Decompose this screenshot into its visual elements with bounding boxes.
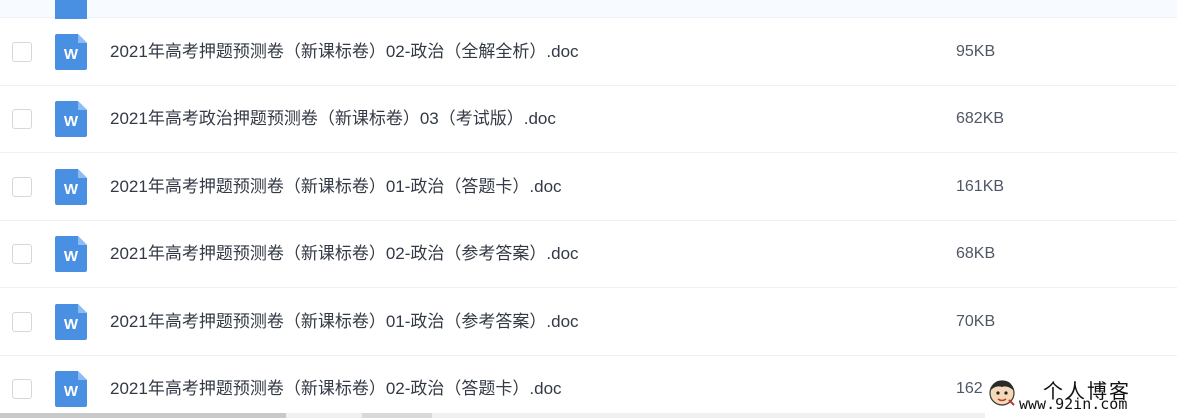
svg-text:W: W: [64, 113, 79, 130]
row-checkbox[interactable]: [12, 312, 32, 332]
cartoon-avatar-icon: [987, 378, 1017, 408]
file-size: 68KB: [956, 245, 996, 262]
file-row[interactable]: W 2021年高考押题预测卷（新课标卷）01-政治（答题卡）.doc 161KB: [0, 154, 1177, 221]
file-row[interactable]: W 2021年高考押题预测卷（新课标卷）01-政治（参考答案）.doc 70KB: [0, 289, 1177, 356]
row-checkbox[interactable]: [12, 244, 32, 264]
file-name[interactable]: 2021年高考押题预测卷（新课标卷）02-政治（参考答案）.doc: [110, 244, 579, 264]
file-name[interactable]: 2021年高考押题预测卷（新课标卷）02-政治（全解全析）.doc: [110, 42, 579, 62]
word-doc-icon: W: [55, 236, 87, 272]
svg-text:W: W: [64, 248, 79, 265]
row-checkbox[interactable]: [12, 379, 32, 399]
file-size: 70KB: [956, 313, 996, 330]
word-doc-icon: W: [55, 34, 87, 70]
blog-watermark: 个人博客 www.92in.com: [985, 374, 1173, 414]
row-checkbox[interactable]: [12, 109, 32, 129]
file-name[interactable]: 2021年高考押题预测卷（新课标卷）01-政治（参考答案）.doc: [110, 312, 579, 332]
file-row[interactable]: W 2021年高考押题预测卷（新课标卷）02-政治（全解全析）.doc 95KB: [0, 19, 1177, 86]
watermark-url: www.92in.com: [1019, 395, 1128, 413]
file-size: 95KB: [956, 43, 996, 60]
file-size: 682KB: [956, 110, 1005, 127]
file-name[interactable]: 2021年高考押题预测卷（新课标卷）02-政治（答题卡）.doc: [110, 379, 562, 399]
file-list: W 2021年高考押题预测卷（新课标卷）02-政治（全解全析）.doc 95KB…: [0, 0, 1177, 418]
svg-text:W: W: [64, 46, 79, 63]
word-doc-icon: W: [55, 304, 87, 340]
row-checkbox[interactable]: [12, 177, 32, 197]
svg-text:W: W: [64, 316, 79, 333]
file-name[interactable]: 2021年高考政治押题预测卷（新课标卷）03（考试版）.doc: [110, 109, 556, 129]
svg-text:W: W: [64, 383, 79, 400]
word-doc-icon: W: [55, 169, 87, 205]
file-size: 161KB: [956, 178, 1005, 195]
file-row[interactable]: W 2021年高考押题预测卷（新课标卷）02-政治（参考答案）.doc 68KB: [0, 221, 1177, 288]
word-doc-icon: W: [55, 371, 87, 407]
svg-text:W: W: [64, 181, 79, 198]
scrollbar-thumb[interactable]: [0, 413, 286, 418]
file-size: 162KB: [956, 380, 983, 397]
scrollbar-segment: [362, 413, 432, 418]
file-name[interactable]: 2021年高考押题预测卷（新课标卷）01-政治（答题卡）.doc: [110, 177, 562, 197]
partial-row[interactable]: [0, 0, 1177, 26]
row-checkbox[interactable]: [12, 42, 32, 62]
word-doc-icon: W: [55, 101, 87, 137]
file-row[interactable]: W 2021年高考政治押题预测卷（新课标卷）03（考试版）.doc 682KB: [0, 86, 1177, 153]
